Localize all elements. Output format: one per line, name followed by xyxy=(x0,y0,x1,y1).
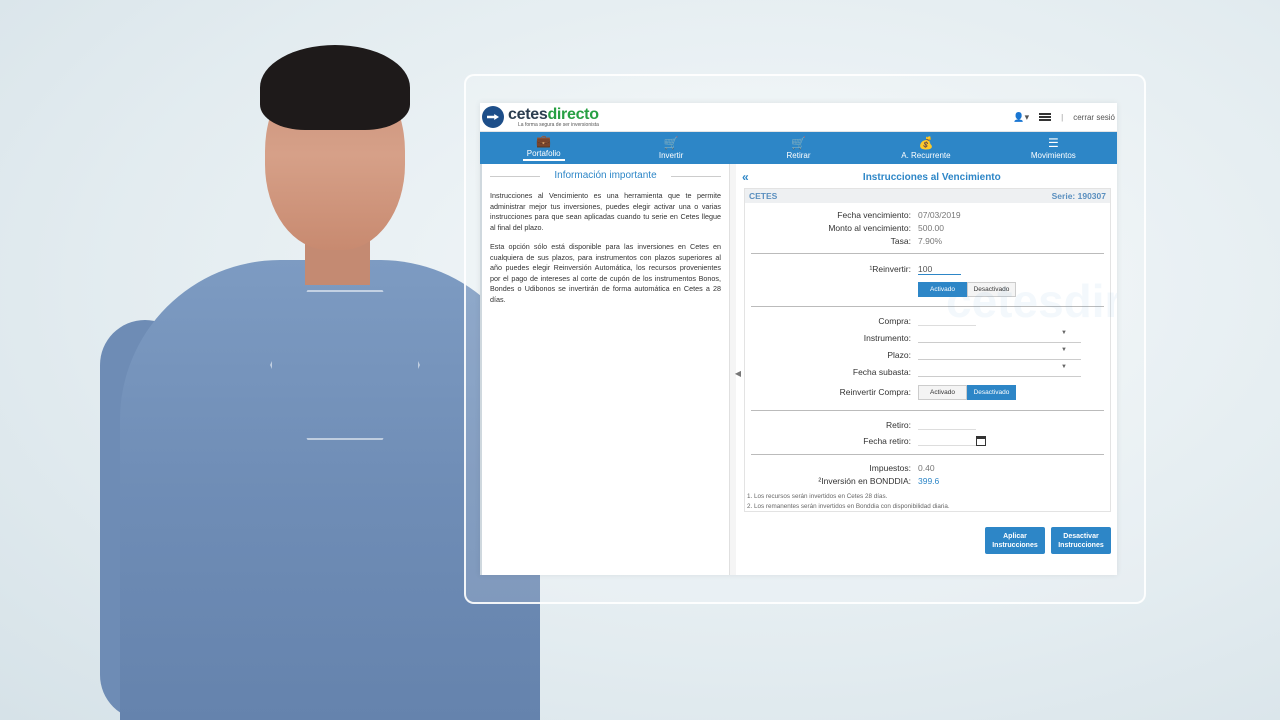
reinvertir-label: ¹Reinvertir: xyxy=(869,264,911,274)
cart-icon: 🛒 xyxy=(663,135,679,150)
retiro-label: Retiro: xyxy=(885,420,911,430)
monto-label: Monto al vencimiento: xyxy=(828,222,911,233)
instrument-name: CETES xyxy=(749,191,778,201)
list-icon: ☰ xyxy=(1047,135,1059,150)
reinvertir-desactivado-button[interactable]: Desactivado xyxy=(967,281,1016,297)
cart-icon: 🛒 xyxy=(791,135,806,150)
chevron-down-icon: ▼ xyxy=(1061,329,1067,336)
logo-arrow-icon xyxy=(482,106,504,128)
info-paragraph-2: Esta opción sólo está disponible para la… xyxy=(490,242,721,304)
instrumento-label: Instrumento: xyxy=(863,332,911,343)
nav-portafolio[interactable]: 💼 Portafolio xyxy=(480,132,607,164)
logo[interactable]: cetesdirecto La forma segura de ser inve… xyxy=(482,106,599,128)
apply-instructions-button[interactable]: Aplicar Instrucciones xyxy=(985,527,1045,554)
info-paragraph-1: Instrucciones al Vencimiento es una herr… xyxy=(490,191,721,232)
calendar-icon[interactable] xyxy=(976,435,986,446)
impuestos-label: Impuestos: xyxy=(869,462,911,473)
logo-tagline: La forma segura de ser inversionista xyxy=(518,121,599,128)
fecha-vencimiento-value: 07/03/2019 xyxy=(918,209,961,220)
footnote-1: 1. Los recursos serán invertidos en Cete… xyxy=(747,493,888,500)
monto-value: 500.00 xyxy=(918,222,944,233)
nav-movimientos[interactable]: ☰ Movimientos xyxy=(990,132,1117,164)
nav-invertir[interactable]: 🛒 Invertir xyxy=(607,132,734,164)
instructions-panel: cetesdirecto « Instrucciones al Vencimie… xyxy=(736,164,1117,575)
plazo-select[interactable]: ▼ xyxy=(918,346,1081,360)
compra-desactivado-button[interactable]: Desactivado xyxy=(967,384,1016,400)
user-icon[interactable]: 👤▾ xyxy=(1013,112,1029,123)
logo-name-b: directo xyxy=(547,105,599,123)
reinvertir-input[interactable]: 100 xyxy=(918,264,961,275)
separator: | xyxy=(1061,112,1064,122)
menu-icon[interactable] xyxy=(1039,113,1052,121)
tasa-label: Tasa: xyxy=(890,235,911,246)
deactivate-instructions-button[interactable]: Desactivar Instrucciones xyxy=(1051,527,1111,554)
instructions-title: Instrucciones al Vencimiento xyxy=(862,171,1001,183)
bonddia-value: 399.6 xyxy=(918,475,940,486)
chevron-down-icon: ▼ xyxy=(1061,363,1067,370)
info-panel-title: Información importante xyxy=(490,170,721,181)
instruction-card: CETES Serie: 190307 Fecha vencimiento: 07… xyxy=(744,188,1111,512)
briefcase-icon: 💼 xyxy=(536,134,552,148)
compra-activado-button[interactable]: Activado xyxy=(918,384,967,400)
top-bar: cetesdirecto La forma segura de ser inve… xyxy=(480,103,1117,132)
fecha-subasta-select[interactable]: ▼ xyxy=(918,363,1081,377)
presenter-figure xyxy=(100,40,540,720)
impuestos-value: 0.40 xyxy=(918,462,935,473)
reinvertir-activado-button[interactable]: Activado xyxy=(918,281,967,297)
instrumento-select[interactable]: ▼ xyxy=(918,329,1081,343)
reinvertir-toggle: Activado Desactivado xyxy=(918,281,1016,297)
retiro-field[interactable] xyxy=(918,420,976,430)
info-panel: Información importante Instrucciones al … xyxy=(480,164,741,575)
tasa-value: 7.90% xyxy=(918,235,943,246)
serie-label: Serie: 190307 xyxy=(1051,191,1106,201)
logo-name-a: cetes xyxy=(508,105,548,123)
app-window: cetesdirecto La forma segura de ser inve… xyxy=(480,103,1117,575)
bonddia-label: ²Inversión en BONDDIA: xyxy=(818,475,911,486)
money-bag-icon: 💰 xyxy=(918,135,934,150)
compra-field[interactable] xyxy=(918,316,976,326)
nav-retirar[interactable]: 🛒 Retirar xyxy=(735,132,862,164)
chevron-down-icon: ▼ xyxy=(1061,346,1067,353)
compra-label: Compra: xyxy=(878,316,911,326)
logout-link[interactable]: cerrar sesió xyxy=(1073,113,1115,122)
fecha-retiro-field[interactable] xyxy=(918,436,976,446)
fecha-retiro-label: Fecha retiro: xyxy=(863,435,911,446)
main-nav: 💼 Portafolio 🛒 Invertir 🛒 Retirar 💰 A. Recur… xyxy=(480,132,1117,164)
plazo-label: Plazo: xyxy=(887,349,911,360)
reinvertir-compra-toggle: Activado Desactivado xyxy=(918,384,1016,400)
fecha-vencimiento-label: Fecha vencimiento: xyxy=(837,209,911,220)
nav-recurrente[interactable]: 💰 A. Recurrente xyxy=(862,132,989,164)
fecha-subasta-label: Fecha subasta: xyxy=(852,366,911,377)
reinvertir-compra-label: Reinvertir Compra: xyxy=(839,387,911,397)
back-double-chevron-icon[interactable]: « xyxy=(742,170,749,184)
footnote-2: 2. Los remanentes serán invertidos en Bo… xyxy=(747,502,950,510)
